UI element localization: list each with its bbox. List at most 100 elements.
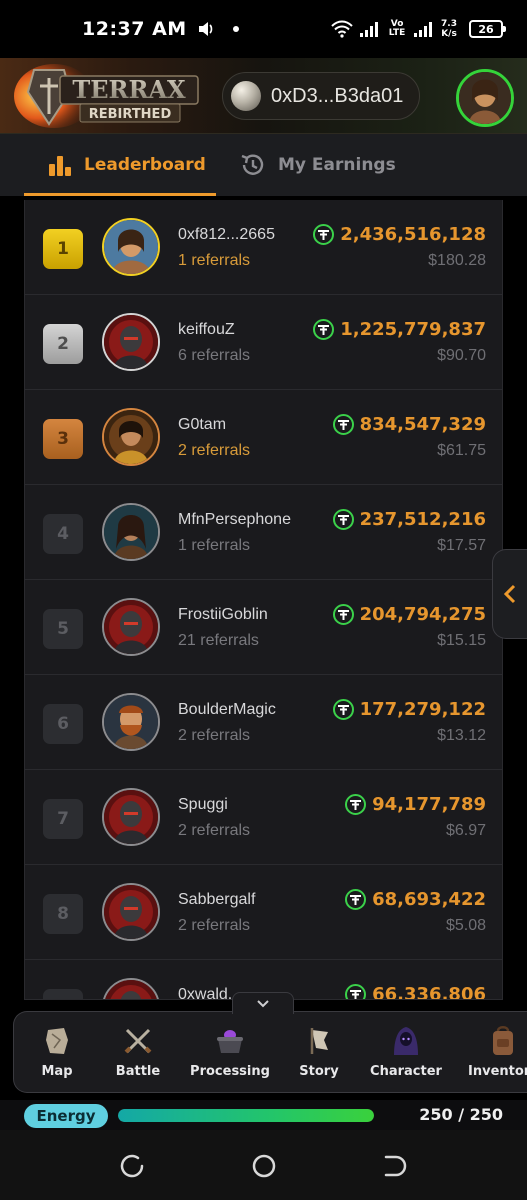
player-name: 0xf812...2665 xyxy=(178,226,275,243)
player-avatar xyxy=(102,883,160,941)
back-icon[interactable] xyxy=(380,1152,408,1180)
crossed-swords-icon xyxy=(121,1024,155,1058)
rank-badge: 3 xyxy=(43,419,83,459)
nav-battle-label: Battle xyxy=(115,1064,161,1079)
player-score: 66,336,806 xyxy=(345,984,486,999)
player-avatar xyxy=(102,693,160,751)
bottom-navigation: Map Battle Processing Story Character In… xyxy=(13,1011,527,1093)
tab-bar: Leaderboard My Earnings xyxy=(0,134,527,196)
player-usd: $180.28 xyxy=(428,252,486,269)
network-type: Vo LTE xyxy=(388,19,406,38)
leaderboard-row[interactable]: 2 keiffouZ 6 referrals 1,225,779,837 $90… xyxy=(25,295,502,390)
network-speed: 7.3 K/s xyxy=(441,19,457,39)
leaderboard-row[interactable]: 5 FrostiiGoblin 21 referrals 204,794,275… xyxy=(25,580,502,675)
wallet-orb-icon xyxy=(231,81,261,111)
home-icon[interactable] xyxy=(250,1152,278,1180)
nav-character[interactable]: Character xyxy=(364,1012,448,1092)
terrax-logo[interactable]: TERRAX REBIRTHED xyxy=(14,64,204,128)
rank-badge: 4 xyxy=(43,514,83,554)
energy-label: Energy xyxy=(24,1104,108,1128)
leaderboard-row[interactable]: 6 BoulderMagic 2 referrals 177,279,122 $… xyxy=(25,675,502,770)
history-icon xyxy=(241,154,264,175)
terrax-coin-icon xyxy=(313,224,335,245)
status-bar: 12:37 AM Vo LTE 7.3 K/s 26 xyxy=(0,0,527,58)
tab-my-earnings-label: My Earnings xyxy=(278,155,396,175)
terrax-coin-icon xyxy=(332,699,354,720)
terrax-coin-icon xyxy=(332,509,354,530)
player-score: 177,279,122 xyxy=(332,699,486,720)
leaderboard-row[interactable]: 1 0xf812...2665 1 referrals 2,436,516,12… xyxy=(25,200,502,295)
player-name: keiffouZ xyxy=(178,321,235,338)
player-usd: $17.57 xyxy=(437,537,486,554)
player-avatar xyxy=(102,503,160,561)
leaderboard-row[interactable]: 8 Sabbergalf 2 referrals 68,693,422 $5.0… xyxy=(25,865,502,960)
nav-map[interactable]: Map xyxy=(28,1012,86,1092)
player-score: 237,512,216 xyxy=(332,509,486,530)
rank-badge: 6 xyxy=(43,704,83,744)
warrior-portrait-icon xyxy=(459,72,511,124)
leaderboard-row[interactable]: 4 MfnPersephone 1 referrals 237,512,216 … xyxy=(25,485,502,580)
player-score: 68,693,422 xyxy=(345,889,486,910)
player-avatar xyxy=(102,408,160,466)
player-referrals: 21 referrals xyxy=(178,632,259,649)
signal-icon xyxy=(360,22,379,37)
player-score: 834,547,329 xyxy=(332,414,486,435)
nav-inventory[interactable]: Inventory xyxy=(464,1012,527,1092)
rank-badge: 8 xyxy=(43,894,83,934)
player-name: BoulderMagic xyxy=(178,701,276,718)
wifi-icon xyxy=(331,20,353,38)
wallet-button[interactable]: 0xD3...B3da01 xyxy=(222,72,420,120)
tab-my-earnings[interactable]: My Earnings xyxy=(240,134,396,196)
volume-icon xyxy=(198,22,213,36)
energy-track xyxy=(118,1109,374,1122)
logo-subtitle: REBIRTHED xyxy=(89,107,172,122)
player-referrals: 2 referrals xyxy=(178,822,251,839)
chevron-left-icon xyxy=(503,584,516,604)
tab-leaderboard-label: Leaderboard xyxy=(84,155,206,175)
player-avatar xyxy=(102,788,160,846)
player-score: 94,177,789 xyxy=(345,794,486,815)
rank-badge xyxy=(43,989,83,999)
energy-fill xyxy=(118,1109,374,1122)
player-usd: $90.70 xyxy=(437,347,486,364)
rank-badge: 5 xyxy=(43,609,83,649)
score-value: 2,436,516,128 xyxy=(340,224,486,245)
leaderboard-row[interactable]: 7 Spuggi 2 referrals 94,177,789 $6.97 xyxy=(25,770,502,865)
score-value: 237,512,216 xyxy=(359,509,486,530)
terrax-coin-icon xyxy=(332,604,354,625)
nav-processing[interactable]: Processing xyxy=(184,1012,276,1092)
player-score: 204,794,275 xyxy=(332,604,486,625)
nav-collapse-button[interactable] xyxy=(232,992,294,1014)
terrax-coin-icon xyxy=(345,889,367,910)
nav-battle[interactable]: Battle xyxy=(108,1012,168,1092)
terrax-coin-icon xyxy=(345,794,367,815)
rank-badge: 1 xyxy=(43,229,83,269)
player-score: 1,225,779,837 xyxy=(313,319,486,340)
score-value: 204,794,275 xyxy=(359,604,486,625)
player-avatar xyxy=(102,313,160,371)
side-panel-toggle[interactable] xyxy=(492,549,527,639)
player-usd: $6.97 xyxy=(445,822,486,839)
player-avatar xyxy=(102,218,160,276)
player-referrals: 1 referrals xyxy=(178,537,251,554)
player-referrals: 2 referrals xyxy=(178,727,251,744)
player-avatar xyxy=(102,598,160,656)
rank-badge: 2 xyxy=(43,324,83,364)
backpack-icon xyxy=(486,1024,520,1058)
leaderboard-row[interactable]: 3 G0tam 2 referrals 834,547,329 $61.75 xyxy=(25,390,502,485)
rank-badge: 7 xyxy=(43,799,83,839)
nav-story-label: Story xyxy=(299,1064,339,1079)
speed-unit: K/s xyxy=(441,29,457,39)
wallet-address: 0xD3...B3da01 xyxy=(271,84,404,107)
terrax-coin-icon xyxy=(332,414,354,435)
map-icon xyxy=(40,1024,74,1058)
player-usd: $15.15 xyxy=(437,632,486,649)
recent-apps-icon[interactable] xyxy=(118,1152,146,1180)
tab-leaderboard[interactable]: Leaderboard xyxy=(24,134,216,196)
battery-indicator: 26 xyxy=(469,20,506,38)
leaderboard-list[interactable]: 1 0xf812...2665 1 referrals 2,436,516,12… xyxy=(24,200,503,1000)
player-name: G0tam xyxy=(178,416,227,433)
nav-story[interactable]: Story xyxy=(290,1012,348,1092)
profile-avatar-button[interactable] xyxy=(456,69,514,127)
player-name: FrostiiGoblin xyxy=(178,606,268,623)
